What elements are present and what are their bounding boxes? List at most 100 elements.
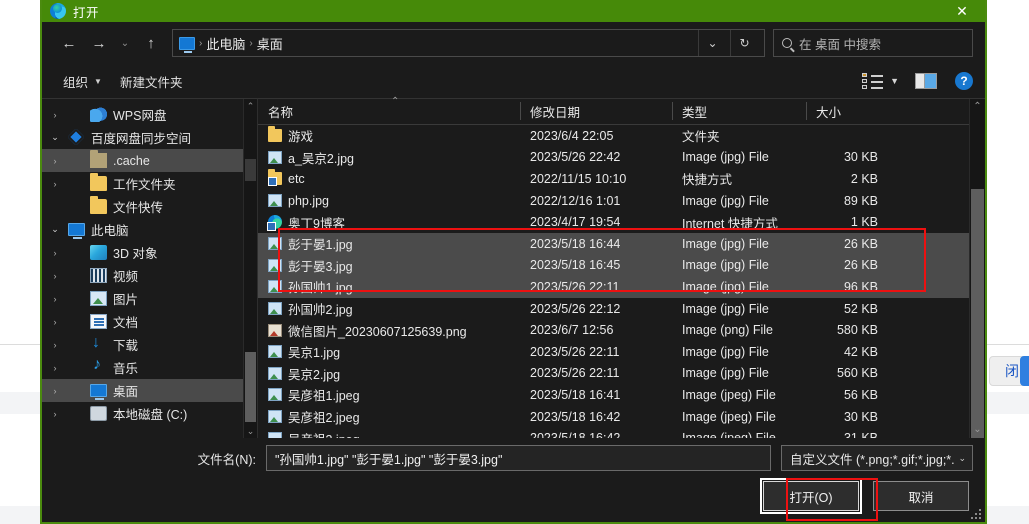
cell-type: Image (jpg) File [672,276,806,298]
breadcrumb-item-this-pc[interactable]: 此电脑 [206,34,245,53]
sidebar-item-label: .cache [113,153,150,168]
chevron-right-icon[interactable]: › [48,386,62,396]
sidebar-scroll-down[interactable]: ⌄ [244,424,257,438]
sidebar-scroll-thumb[interactable] [245,352,256,422]
folder-icon [90,173,107,191]
cell-type: Image (jpg) File [672,363,806,385]
close-icon[interactable]: ✕ [939,0,985,22]
refresh-icon[interactable]: ↻ [730,30,758,56]
sidebar-item-13[interactable]: › 本地磁盘 (C:) [42,402,257,425]
dialog-titlebar[interactable]: 打开 ✕ [42,0,985,22]
image-file-icon [268,366,282,380]
table-row[interactable]: 吴彦祖1.jpeg 2023/5/18 16:41 Image (jpeg) Fil… [258,384,985,406]
view-list-icon[interactable] [862,73,884,89]
sidebar-item-3[interactable]: › 工作文件夹 [42,172,257,195]
table-row[interactable]: 彭于晏3.jpg 2023/5/18 16:45 Image (jpg) File 2… [258,254,985,277]
sidebar-scrollbar[interactable]: ⌃ ⌄ [243,99,257,438]
file-date-label: 2023/5/18 16:42 [530,431,620,438]
sidebar-item-2[interactable]: › .cache [42,149,257,172]
file-list-scroll-up[interactable]: ⌃ [970,99,985,115]
column-header-type[interactable]: 类型 [672,98,806,124]
filename-input[interactable]: "孙国帅1.jpg" "彭于晏1.jpg" "彭于晏3.jpg" [266,445,771,471]
new-folder-button[interactable]: 新建文件夹 [111,68,192,94]
file-list-scroll-thumb[interactable] [971,189,984,439]
search-input[interactable]: 在 桌面 中搜索 [773,29,973,57]
table-row[interactable]: php.jpg 2022/12/16 1:01 Image (jpg) File 89… [258,190,985,212]
column-header-size[interactable]: 大小 [806,98,888,124]
cell-size: 31 KB [806,427,888,438]
sidebar-item-0[interactable]: › WPS网盘 [42,103,257,126]
help-icon[interactable]: ? [955,72,973,90]
sidebar-item-5[interactable]: ⌄ 此电脑 [42,218,257,241]
file-size-label: 89 KB [843,193,878,208]
table-row[interactable]: 奥丁9博客 2023/4/17 19:54 Internet 快捷方式 1 KB [258,211,985,233]
sidebar-item-label: WPS网盘 [113,109,167,123]
table-row[interactable]: 孙国帅2.jpg 2023/5/26 22:12 Image (jpg) File 5… [258,298,985,320]
cell-size: 89 KB [806,190,888,212]
chevron-right-icon[interactable]: › [48,340,62,350]
chevron-right-icon[interactable]: › [48,271,62,281]
chevron-down-icon[interactable]: ⌄ [48,132,62,143]
file-type-label: Image (png) File [682,323,774,338]
table-row[interactable]: 孙国帅1.jpg 2023/5/26 22:11 Image (jpg) File 9… [258,276,985,298]
sidebar-item-1[interactable]: ⌄ 百度网盘同步空间 [42,126,257,149]
table-row[interactable]: 吴彦祖3.jpeg 2023/5/18 16:42 Image (jpeg) Fil… [258,427,985,438]
sidebar-item-10[interactable]: › 下载 [42,333,257,356]
chevron-down-icon[interactable]: ⌄ [48,224,62,235]
sidebar-item-6[interactable]: › 3D 对象 [42,241,257,264]
breadcrumb-item-desktop[interactable]: 桌面 [257,34,283,53]
chevron-right-icon[interactable]: › [48,294,62,304]
file-type-label: Image (jpg) File [682,258,769,273]
breadcrumb[interactable]: › 此电脑 › 桌面 ⌄ ↻ [172,29,765,57]
file-list-scroll-down[interactable]: ⌄ [970,422,985,438]
table-row[interactable]: 微信图片_20230607125639.png 2023/6/7 12:56 Ima… [258,319,985,341]
open-button[interactable]: 打开(O) [760,478,862,514]
chevron-right-icon[interactable]: › [48,179,62,189]
up-button[interactable]: ↑ [136,29,166,57]
sidebar-item-11[interactable]: › 音乐 [42,356,257,379]
table-row[interactable]: 吴京1.jpg 2023/5/26 22:11 Image (jpg) File 42… [258,341,985,363]
column-header-date[interactable]: 修改日期 [520,98,672,124]
resize-grip[interactable] [969,507,981,519]
sidebar-item-9[interactable]: › 文档 [42,310,257,333]
chevron-right-icon[interactable]: › [48,156,62,166]
table-row[interactable]: etc 2022/11/15 10:10 快捷方式 2 KB [258,168,985,190]
organize-button[interactable]: 组织 ▼ [54,68,111,94]
column-header-name[interactable]: 名称 ⌃ [258,96,520,124]
chevron-right-icon[interactable]: › [48,363,62,373]
cell-size: 96 KB [806,276,888,298]
image-file-icon [268,258,282,272]
chevron-down-icon[interactable]: ▼ [890,76,899,86]
table-row[interactable]: 吴京2.jpg 2023/5/26 22:11 Image (jpg) File 56… [258,363,985,385]
table-row[interactable]: 游戏 2023/6/4 22:05 文件夹 [258,125,985,147]
cancel-button[interactable]: 取消 [873,481,969,511]
filetype-select[interactable]: 自定义文件 (*.png;*.gif;*.jpg;*. ⌄ [781,445,973,471]
sidebar-item-7[interactable]: › 视频 [42,264,257,287]
cell-type: Image (jpg) File [672,190,806,212]
sidebar-scroll-track-mark [245,159,256,181]
chevron-right-icon[interactable]: › [48,248,62,258]
file-name-label: 游戏 [288,130,314,145]
table-row[interactable]: a_吴京2.jpg 2023/5/26 22:42 Image (jpg) File… [258,147,985,169]
chevron-right-icon[interactable]: › [48,317,62,327]
cell-type: Image (jpeg) File [672,406,806,428]
sidebar-scroll-up[interactable]: ⌃ [244,99,257,113]
cell-type: Image (jpg) File [672,298,806,320]
file-list-scrollbar[interactable]: ⌃ ⌄ [969,99,985,439]
preview-pane-icon[interactable] [915,73,937,89]
cell-date: 2022/11/15 10:10 [520,168,672,190]
cell-size: 42 KB [806,341,888,363]
chevron-down-icon[interactable]: ⌄ [698,30,726,56]
table-row[interactable]: 吴彦祖2.jpeg 2023/5/18 16:42 Image (jpeg) Fil… [258,406,985,428]
recent-locations-button[interactable]: ⌄ [114,29,136,57]
forward-button[interactable]: → [84,29,114,57]
table-row[interactable]: 彭于晏1.jpg 2023/5/18 16:44 Image (jpg) File 2… [258,232,985,255]
background-primary-button[interactable] [1020,356,1029,386]
chevron-right-icon[interactable]: › [48,409,62,419]
chevron-right-icon[interactable]: › [48,110,62,120]
sidebar-item-8[interactable]: › 图片 [42,287,257,310]
sidebar-item-12[interactable]: › 桌面 [42,379,257,402]
sidebar-item-4[interactable]: 文件快传 [42,195,257,218]
sidebar-item-label: 本地磁盘 (C:) [113,408,188,422]
back-button[interactable]: ← [54,29,84,57]
